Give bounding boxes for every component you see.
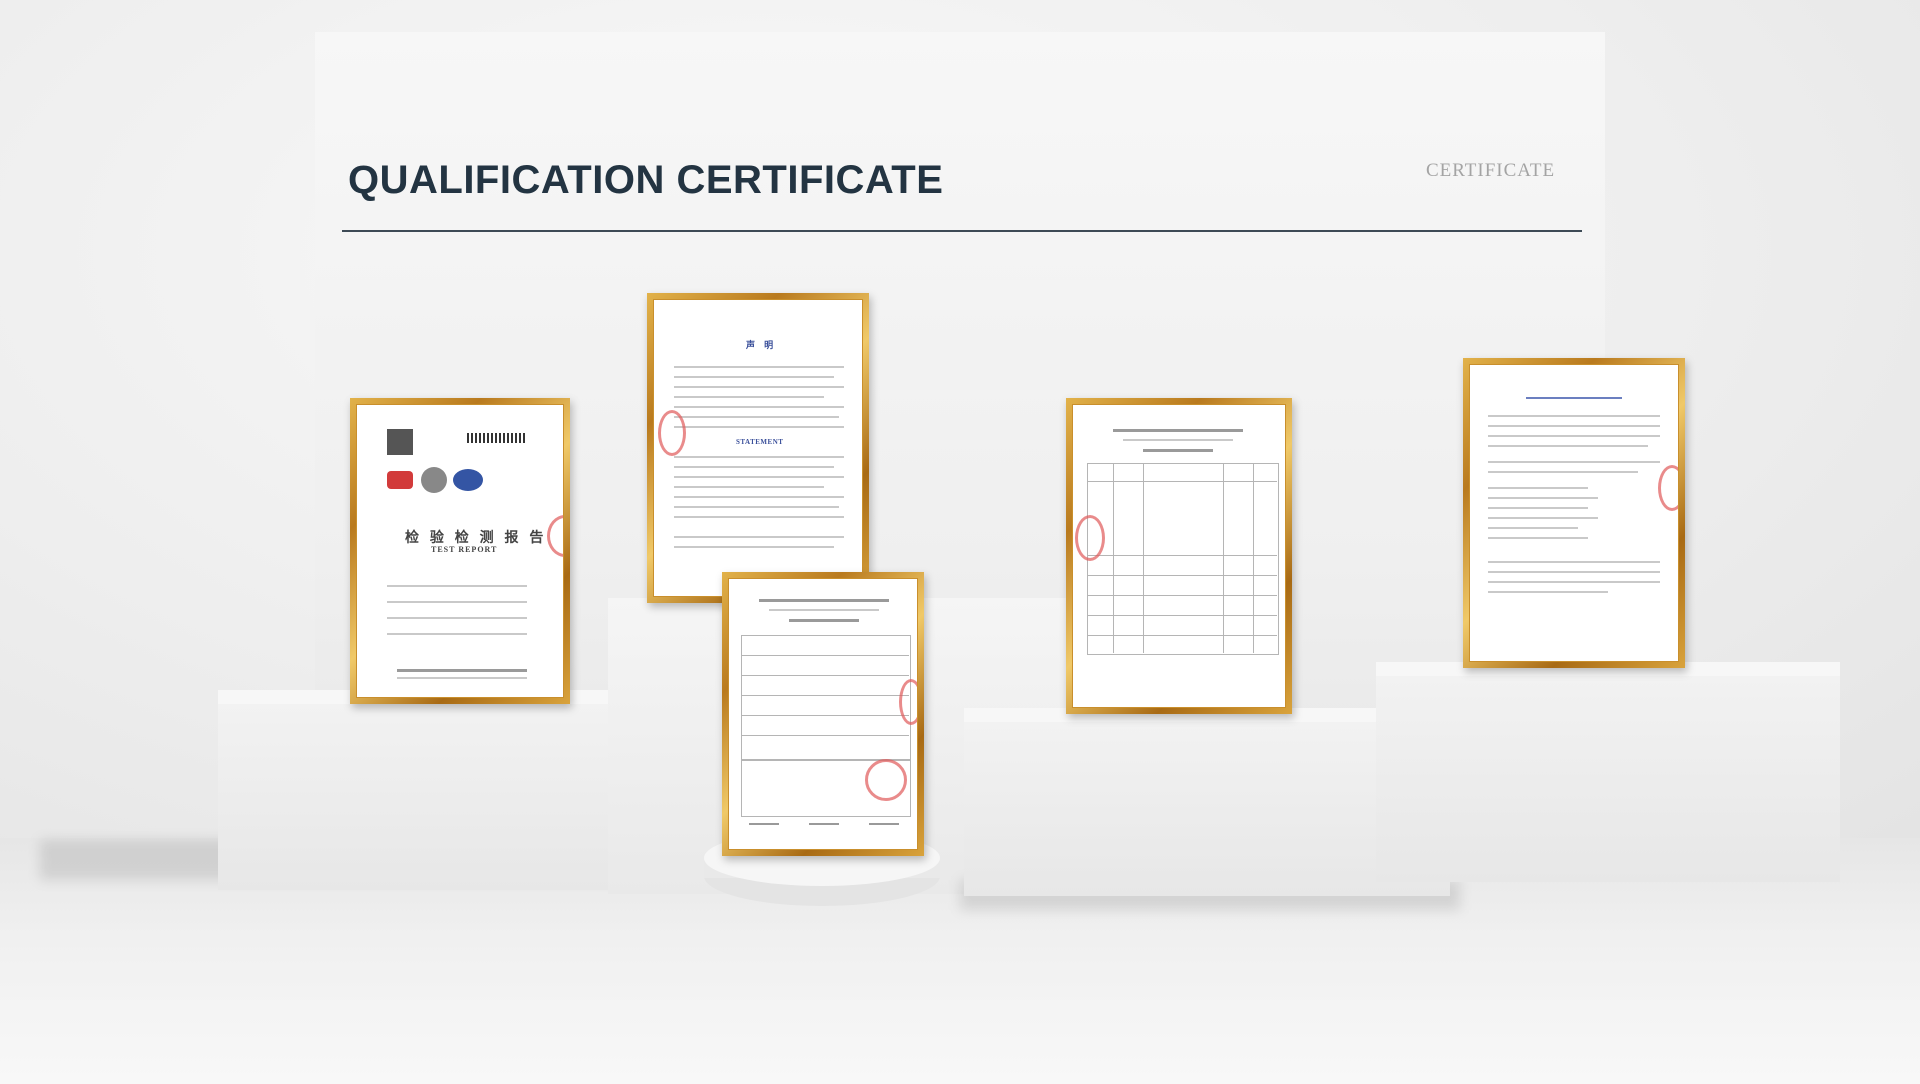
certificate-page: 声 明 STATEMENT bbox=[653, 299, 863, 597]
certificate-institute-letter[interactable] bbox=[1463, 358, 1685, 668]
header-divider bbox=[342, 230, 1582, 232]
certificate-statement[interactable]: 声 明 STATEMENT bbox=[647, 293, 869, 603]
pedestal-left bbox=[218, 700, 674, 890]
statement-heading: 声 明 bbox=[746, 341, 777, 351]
results-table bbox=[1087, 463, 1279, 655]
certificate-page bbox=[728, 578, 918, 850]
certificate-page bbox=[1469, 364, 1679, 662]
certificate-inspection-report[interactable] bbox=[722, 572, 924, 856]
red-seal bbox=[1075, 515, 1105, 561]
certificate-test-report[interactable]: 检 验 检 测 报 告 TEST REPORT bbox=[350, 398, 570, 704]
red-seal bbox=[547, 515, 563, 557]
page-subtitle: CERTIFICATE bbox=[1426, 160, 1556, 181]
red-seal bbox=[658, 410, 686, 456]
statement-subheading: STATEMENT bbox=[736, 438, 784, 446]
cnas-logo bbox=[453, 469, 483, 491]
certificate-page: 检 验 检 测 报 告 TEST REPORT bbox=[356, 404, 564, 698]
certificate-inspection-results[interactable] bbox=[1066, 398, 1292, 714]
pedestal-right bbox=[1376, 672, 1840, 882]
report-table bbox=[741, 635, 911, 761]
barcode-icon bbox=[467, 433, 525, 443]
report-subheading: TEST REPORT bbox=[431, 545, 498, 554]
red-seal-edge bbox=[899, 679, 917, 725]
certificate-page bbox=[1072, 404, 1286, 708]
cma-logo bbox=[421, 467, 447, 493]
qr-code-icon bbox=[387, 429, 413, 455]
report-heading: 检 验 检 测 报 告 bbox=[405, 530, 547, 546]
red-seal bbox=[1658, 465, 1678, 511]
red-seal bbox=[865, 759, 907, 801]
page-title: QUALIFICATION CERTIFICATE bbox=[348, 158, 944, 202]
ilac-logo bbox=[387, 471, 413, 489]
